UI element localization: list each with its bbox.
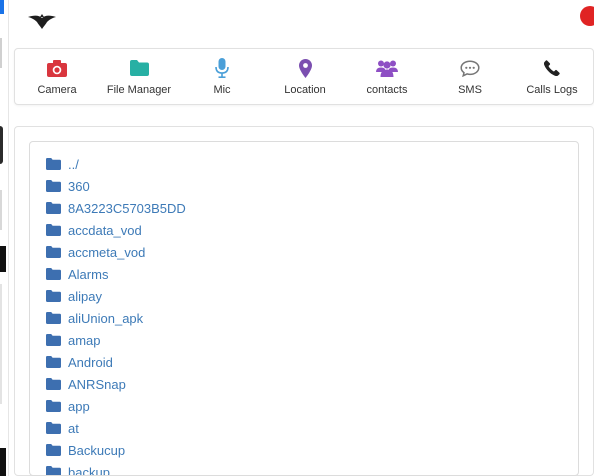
bird-logo-icon	[28, 14, 56, 29]
file-name: accmeta_vod	[68, 244, 146, 260]
file-list-item[interactable]: ../	[46, 154, 79, 174]
background-window-edge	[0, 0, 8, 476]
nav-camera[interactable]: Camera	[37, 49, 77, 106]
file-list-item[interactable]: amap	[46, 330, 101, 350]
folder-icon	[46, 246, 61, 258]
nav-label: Location	[284, 84, 326, 96]
nav-mic[interactable]: Mic	[208, 49, 236, 106]
folder-icon	[46, 466, 61, 475]
file-list-item[interactable]: at	[46, 418, 79, 438]
folder-icon	[46, 290, 61, 302]
file-list-item[interactable]: 360	[46, 176, 90, 196]
file-list-panel[interactable]: ../ 360 8A3223C5703B5DD accdata_vod accm…	[29, 141, 579, 476]
users-icon	[376, 58, 398, 78]
background-window-accent	[0, 0, 4, 14]
folder-icon	[46, 158, 61, 170]
nav-file-manager[interactable]: File Manager	[104, 49, 174, 106]
map-pin-icon	[298, 58, 312, 78]
nav-label: File Manager	[106, 84, 172, 96]
feature-nav: Camera File Manager Mic Location contact…	[14, 48, 594, 105]
background-window-sliver	[0, 284, 2, 404]
nav-location[interactable]: Location	[281, 49, 329, 106]
nav-label: Calls Logs	[526, 84, 578, 96]
file-name: ../	[68, 156, 79, 172]
nav-label: SMS	[458, 84, 482, 96]
phone-icon	[544, 58, 560, 78]
folder-icon	[46, 378, 61, 390]
file-list-item[interactable]: accmeta_vod	[46, 242, 145, 262]
file-name: Backucup	[68, 442, 126, 458]
file-list-item[interactable]: 8A3223C5703B5DD	[46, 198, 186, 218]
file-list-item[interactable]: aliUnion_apk	[46, 308, 143, 328]
file-name: 8A3223C5703B5DD	[68, 200, 186, 216]
nav-label: Mic	[213, 84, 231, 96]
file-list-item[interactable]: alipay	[46, 286, 102, 306]
file-list-item[interactable]: ANRSnap	[46, 374, 126, 394]
background-window-sliver	[0, 126, 3, 164]
file-name: at	[68, 420, 79, 436]
folder-icon	[46, 356, 61, 368]
background-window-sliver	[0, 448, 6, 476]
camera-icon	[47, 58, 67, 78]
file-name: 360	[68, 178, 90, 194]
folder-icon	[46, 224, 61, 236]
file-list-item[interactable]: Android	[46, 352, 113, 372]
background-window-sliver	[0, 246, 6, 272]
file-name: aliUnion_apk	[68, 310, 144, 326]
file-name: backup	[68, 464, 110, 476]
background-window-sliver	[0, 38, 2, 68]
microphone-icon	[215, 58, 229, 78]
window-divider	[8, 0, 9, 476]
folder-icon	[46, 422, 61, 434]
nav-calls-logs[interactable]: Calls Logs	[524, 49, 580, 106]
file-name: alipay	[68, 288, 102, 304]
file-name: accdata_vod	[68, 222, 142, 238]
nav-contacts[interactable]: contacts	[364, 49, 410, 106]
file-list-item[interactable]: Alarms	[46, 264, 108, 284]
folder-icon	[46, 444, 61, 456]
file-name: app	[68, 398, 90, 414]
file-list-item[interactable]: app	[46, 396, 90, 416]
folder-icon	[46, 312, 61, 324]
file-list-item[interactable]: Backucup	[46, 440, 125, 460]
red-dot-icon[interactable]	[580, 6, 594, 26]
folder-icon	[129, 58, 149, 78]
folder-icon	[46, 334, 61, 346]
nav-sms[interactable]: SMS	[453, 49, 487, 106]
file-list-item[interactable]: accdata_vod	[46, 220, 142, 240]
folder-icon	[46, 202, 61, 214]
file-name: ANRSnap	[68, 376, 126, 392]
chat-icon	[460, 58, 480, 78]
folder-icon	[46, 268, 61, 280]
folder-icon	[46, 180, 61, 192]
file-name: Alarms	[68, 266, 109, 282]
nav-label: contacts	[366, 84, 408, 96]
file-name: Android	[68, 354, 113, 370]
file-name: amap	[68, 332, 101, 348]
folder-icon	[46, 400, 61, 412]
file-list-item[interactable]: backup	[46, 462, 110, 476]
background-window-sliver	[0, 190, 2, 230]
nav-label: Camera	[37, 84, 77, 96]
